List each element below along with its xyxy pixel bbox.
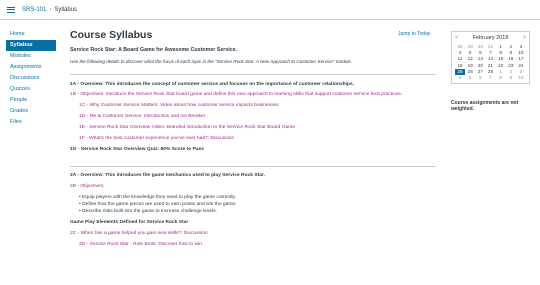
syllabus-content: Course Syllabus Service Rock Star: A Boa… [70, 29, 436, 248]
section1-objectives-link[interactable]: 1B - Objectives: Introduce the Service R… [70, 92, 436, 98]
section2-objectives-link[interactable]: 2B - Objectives: [70, 184, 436, 190]
section2-bullet: Define how the game pieces are used to e… [70, 202, 436, 208]
assignments-weight-note: Course assignments are not weighted. [451, 100, 519, 112]
chevron-left-icon[interactable]: < [455, 35, 459, 41]
calendar-grid: 28 29 30 31 1 2 3 4 5 6 7 8 9 10 11 12 13 14 15 16 17 18 19 20 2… [455, 44, 526, 81]
breadcrumb-separator: › [49, 6, 52, 13]
nav-item-home[interactable]: Home [6, 29, 56, 40]
nav-item-quizzes[interactable]: Quizzes [6, 84, 56, 95]
breadcrumb: SRS-101 › Syllabus [22, 7, 77, 13]
course-nav: Home Syllabus Modules Assignments Discus… [6, 29, 56, 128]
section2-bullet: Equip players with the knowledge they ne… [70, 195, 436, 201]
calendar-day[interactable]: 8 [496, 75, 506, 81]
section1-overview: 1A - Overview: This introduces the conce… [70, 82, 355, 87]
calendar-day[interactable]: 4 [455, 75, 465, 81]
section2-heading: Game Play Elements Defined for Service R… [70, 220, 189, 225]
chevron-right-icon[interactable]: > [522, 35, 526, 41]
section2-overview: 2A - Overview: This introduces the game … [70, 173, 265, 178]
hamburger-menu-icon[interactable] [7, 6, 15, 13]
calendar-day[interactable]: 10 [516, 75, 526, 81]
section1-item-1e[interactable]: 1E - Service Rock Star Overview Video: B… [70, 125, 436, 131]
syllabus-intro: Use the following details to discover wh… [70, 59, 353, 64]
nav-item-syllabus[interactable]: Syllabus [6, 40, 56, 51]
nav-item-discussions[interactable]: Discussions [6, 73, 56, 84]
nav-item-files[interactable]: Files [6, 117, 56, 128]
calendar-header: < February 2018 > [455, 34, 526, 42]
breadcrumb-course-link[interactable]: SRS-101 [22, 7, 46, 13]
section1-item-1f[interactable]: 1F - What's the best customer experience… [70, 136, 436, 142]
breadcrumb-current: Syllabus [54, 6, 78, 13]
nav-item-people[interactable]: People [6, 95, 56, 106]
divider [70, 74, 436, 75]
mini-calendar: < February 2018 > 28 29 30 31 1 2 3 4 5 6 7 8 9 10 11 1… [451, 31, 530, 85]
nav-item-modules[interactable]: Modules [6, 51, 56, 62]
section2-item-2d[interactable]: 2D - Service Rock Star - Rule Book: Disc… [70, 242, 436, 248]
calendar-day[interactable]: 5 [465, 75, 475, 81]
calendar-day[interactable]: 6 [475, 75, 485, 81]
calendar-day[interactable]: 9 [506, 75, 516, 81]
nav-item-assignments[interactable]: Assignments [6, 62, 56, 73]
divider [70, 166, 436, 167]
syllabus-subtitle: Service Rock Star: A Board Game for Awes… [70, 47, 238, 53]
calendar-month: February 2018 [472, 35, 509, 41]
section2-bullet: Describe risks built into the game to in… [70, 209, 436, 215]
nav-item-grades[interactable]: Grades [6, 106, 56, 117]
section1-item-1c[interactable]: 1C - Why Customer Service Matters: Video… [70, 103, 436, 109]
page-title: Course Syllabus [70, 29, 153, 41]
top-bar: SRS-101 › Syllabus [0, 0, 540, 20]
section1-item-1g[interactable]: 1G - Service Rock Star Overview Quiz: 80… [70, 147, 436, 153]
section2-item-2c[interactable]: 2C - When has a game helped you gain new… [70, 231, 436, 237]
calendar-day[interactable]: 7 [485, 75, 495, 81]
section1-item-1d[interactable]: 1D - Me & Customer Service: Introduction… [70, 114, 436, 120]
